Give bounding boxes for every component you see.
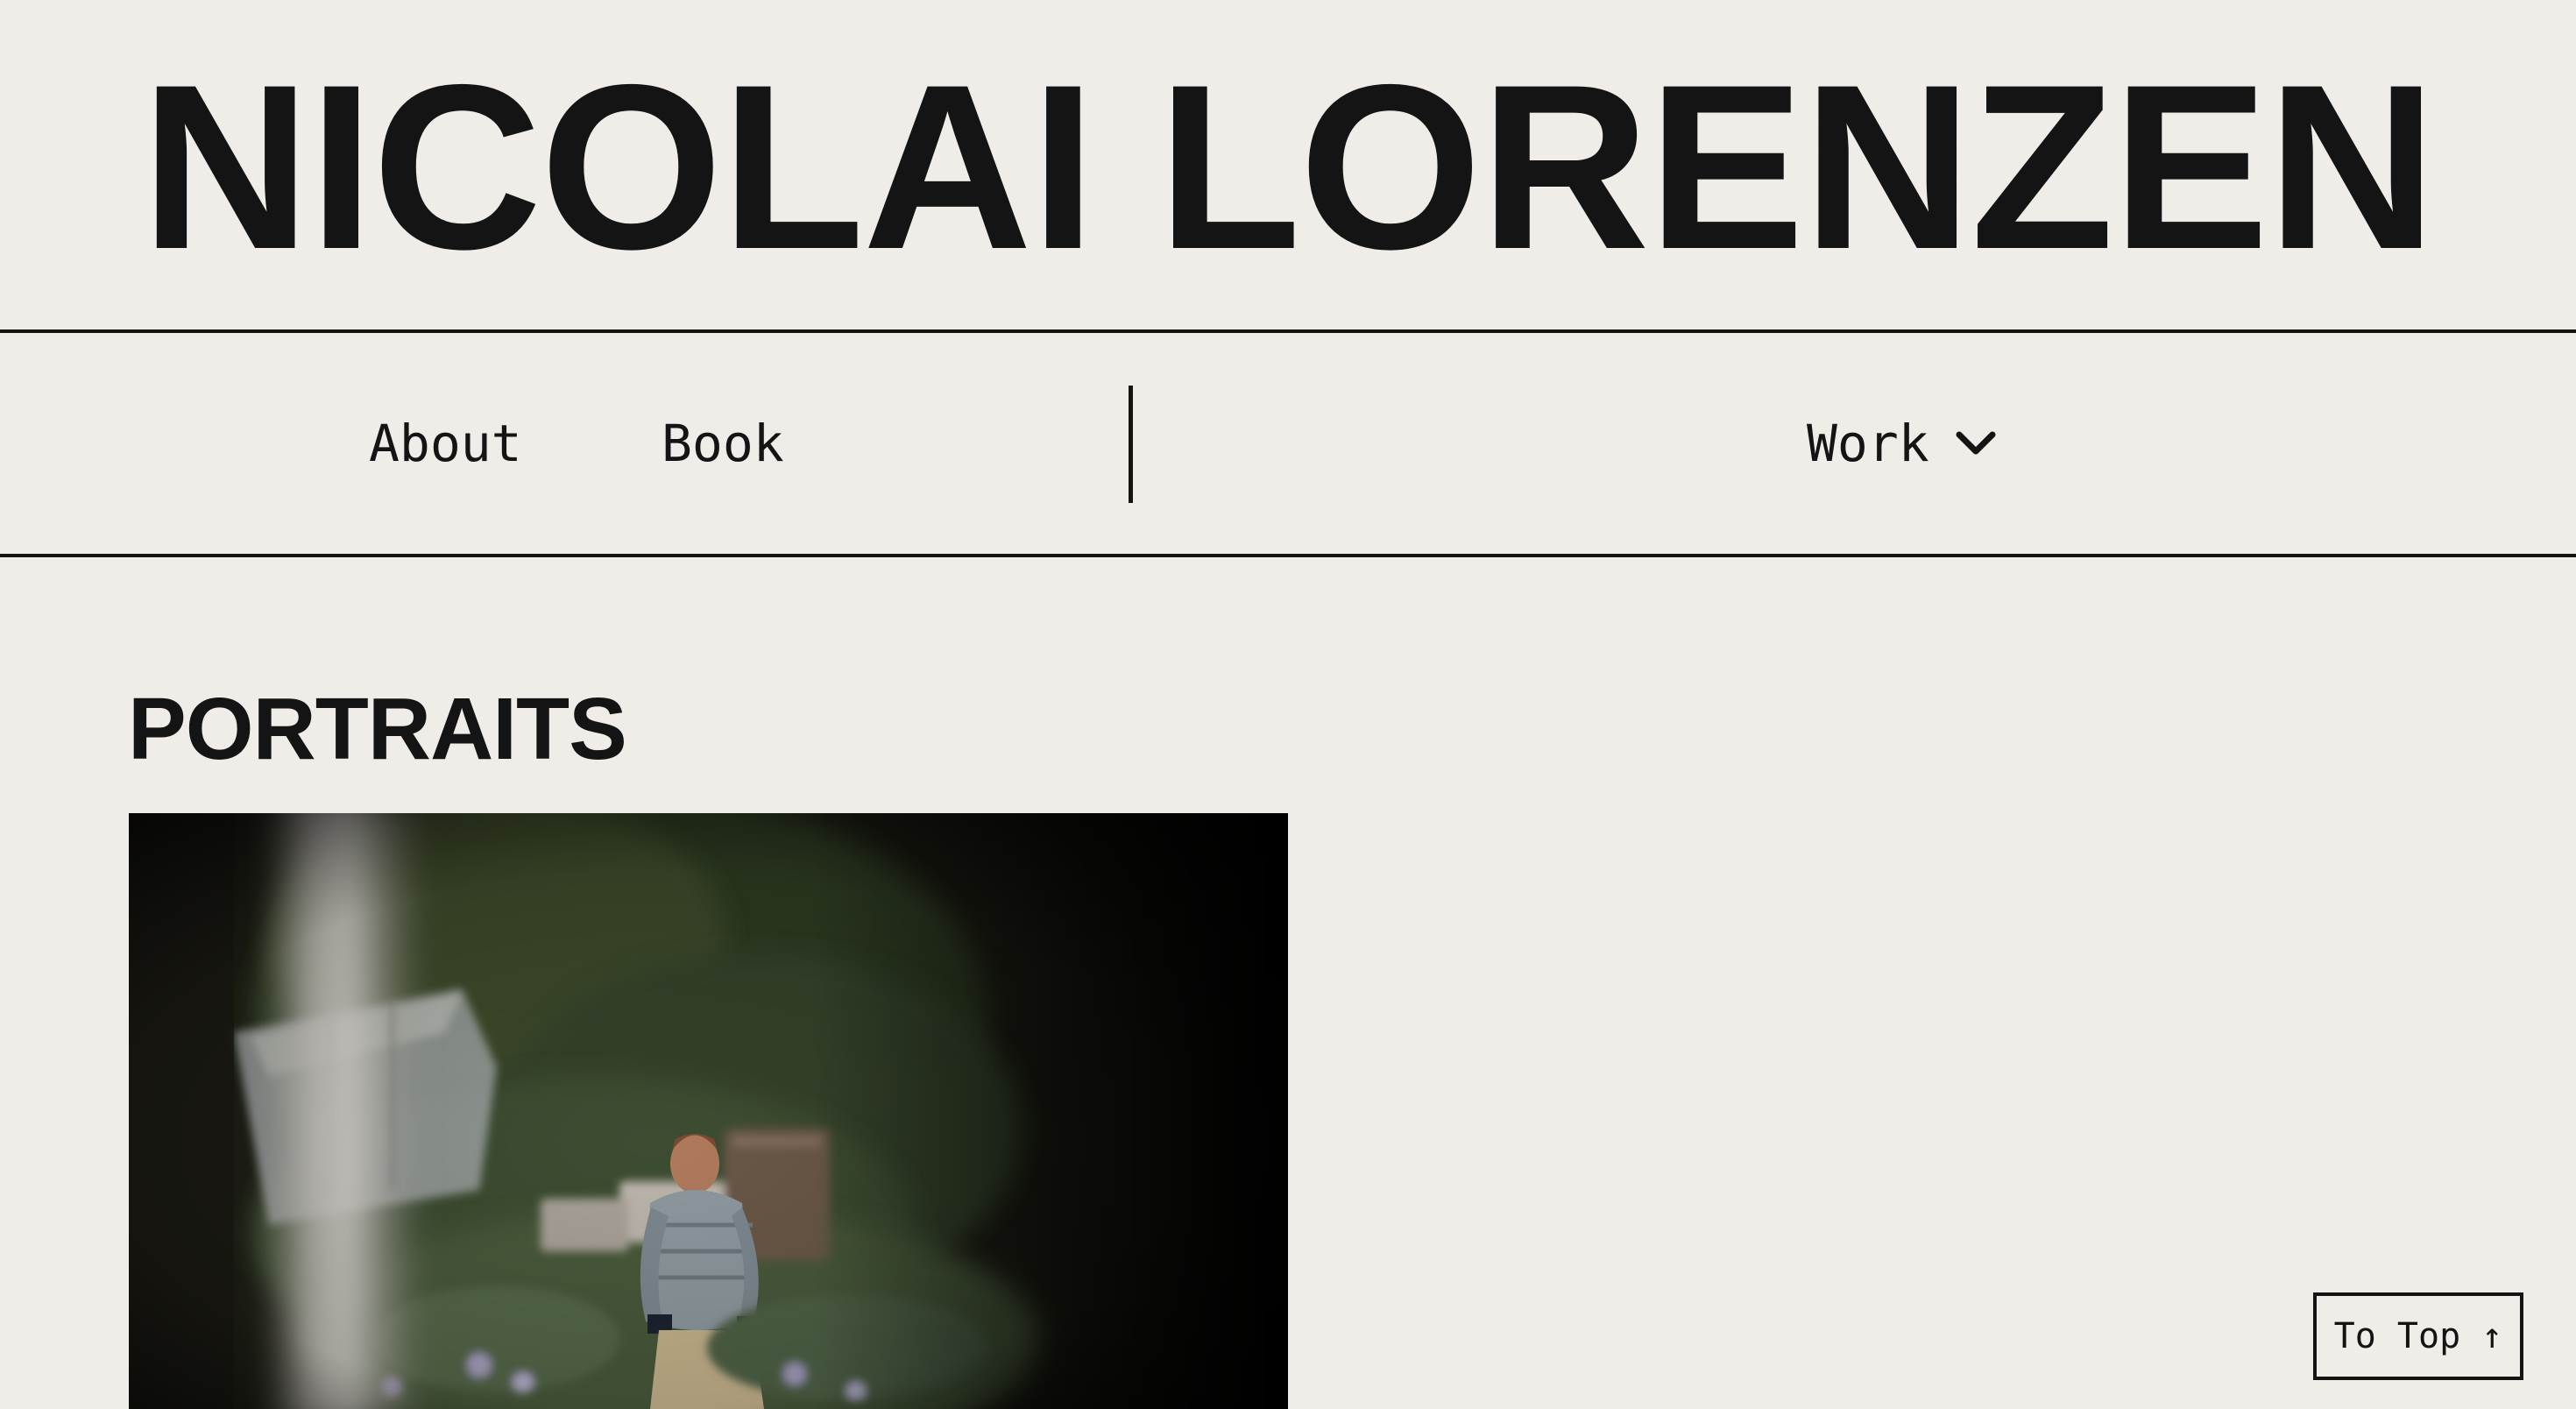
nav-book-link[interactable]: Book — [662, 408, 784, 478]
nav-divider — [1129, 386, 1133, 503]
chevron-down-icon — [1956, 430, 1996, 457]
nav-work-dropdown[interactable]: Work — [1807, 408, 1996, 478]
section-heading: PORTRAITS — [128, 680, 627, 778]
portrait-photo[interactable] — [129, 813, 1288, 1409]
nav-about-link[interactable]: About — [369, 408, 522, 478]
site-title[interactable]: NICOLAI LORENZEN — [0, 42, 2576, 291]
header-divider-bottom — [0, 554, 2576, 557]
to-top-button[interactable]: To Top ↑ — [2313, 1292, 2523, 1380]
header-divider-top — [0, 329, 2576, 333]
nav-work-label: Work — [1807, 414, 1929, 473]
